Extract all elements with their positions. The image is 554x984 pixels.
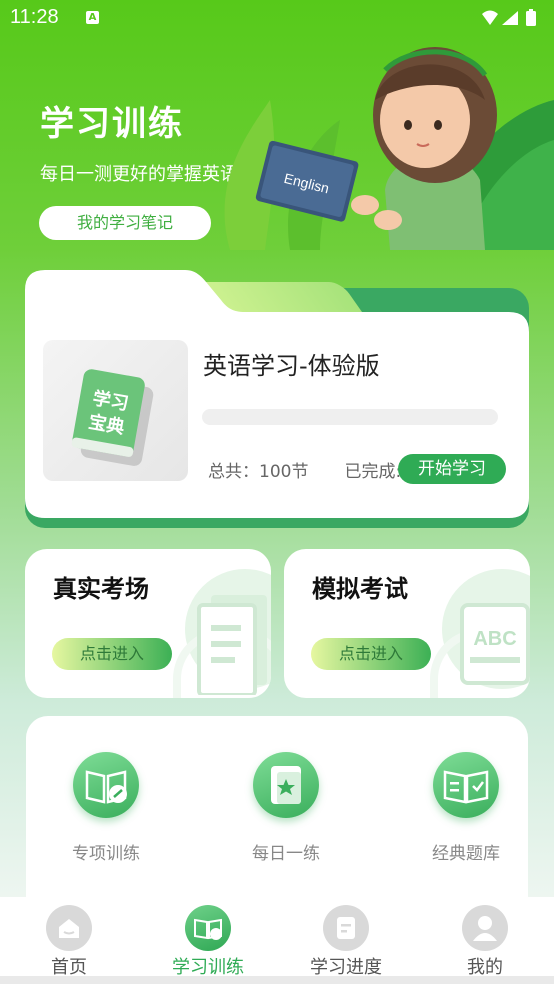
tab-study-progress[interactable]: 学习进度 [291, 905, 401, 979]
tool-label: 专项训练 [72, 844, 140, 864]
tool-label: 每日一练 [252, 844, 320, 864]
course-cover: 学习 宝典 [43, 340, 188, 481]
completed-label: 已完成: [344, 462, 402, 482]
wifi-icon [482, 10, 498, 25]
exam-title: 模拟考试 [312, 575, 408, 603]
tool-daily-practice[interactable]: 每日一练 [236, 752, 336, 868]
system-icons [480, 9, 544, 31]
tab-mine[interactable]: 我的 [430, 905, 540, 979]
total-lessons: 总共：100节 [208, 462, 309, 482]
signal-icon [502, 11, 518, 25]
home-icon [46, 905, 92, 951]
tool-label: 经典题库 [432, 844, 500, 864]
tool-special-training[interactable]: 专项训练 [56, 752, 156, 868]
status-bar: 11:28 A [0, 0, 554, 36]
course-progress-bar [202, 409, 498, 425]
course-stats: 总共：100节 已完成: [208, 457, 401, 482]
notification-icon: A [86, 11, 99, 24]
clock: 11:28 [10, 6, 59, 28]
star-book-icon [253, 752, 319, 818]
course-card[interactable]: 学习 宝典 英语学习-体验版 总共：100节 已完成: 开始学习 [25, 270, 529, 528]
abc-text: ABC [473, 628, 516, 650]
study-notes-button[interactable]: 我的学习笔记 [39, 206, 211, 240]
tab-home[interactable]: 首页 [14, 905, 124, 979]
nav-bar-divider [0, 976, 554, 984]
battery-icon [526, 11, 536, 26]
abc-card-icon: ABC [460, 603, 530, 685]
page-title: 学习训练 [40, 104, 184, 144]
start-learning-button[interactable]: 开始学习 [398, 454, 506, 484]
reading-girl-illustration: Englisn [210, 40, 554, 250]
enter-button[interactable]: 点击进入 [52, 638, 172, 670]
document-icon [197, 595, 267, 695]
real-exam-card[interactable]: 真实考场 点击进入 [25, 549, 271, 698]
study-icon [185, 905, 231, 951]
tool-classic-questions[interactable]: 经典题库 [416, 752, 516, 868]
exam-title: 真实考场 [53, 575, 149, 603]
progress-icon [323, 905, 369, 951]
book-check-icon [73, 752, 139, 818]
bottom-tab-bar: 首页 学习训练 学习进度 我的 [0, 897, 554, 984]
course-title: 英语学习-体验版 [203, 352, 380, 380]
tab-study-training[interactable]: 学习训练 [153, 905, 263, 979]
enter-button[interactable]: 点击进入 [311, 638, 431, 670]
user-icon [462, 905, 508, 951]
open-book-icon [433, 752, 499, 818]
mock-exam-card[interactable]: ABC 模拟考试 点击进入 [284, 549, 530, 698]
